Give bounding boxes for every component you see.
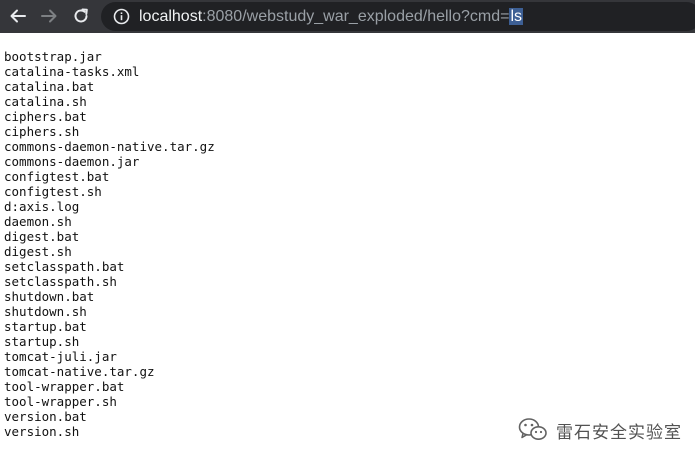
url-text[interactable]: localhost:8080/webstudy_war_exploded/hel… (139, 2, 524, 31)
file-list-item: catalina.bat (4, 79, 95, 94)
file-list-item: shutdown.sh (4, 304, 87, 319)
file-list-item: d:axis.log (4, 199, 80, 214)
file-list-item: ciphers.sh (4, 124, 80, 139)
back-arrow-icon (10, 9, 26, 23)
file-list-item: tomcat-juli.jar (4, 349, 117, 364)
file-list-item: daemon.sh (4, 214, 72, 229)
file-list-item: tomcat-native.tar.gz (4, 364, 155, 379)
file-list-item: setclasspath.bat (4, 259, 125, 274)
file-list-item: catalina-tasks.xml (4, 64, 140, 79)
file-list-item: bootstrap.jar (4, 49, 102, 64)
file-list-item: configtest.bat (4, 169, 110, 184)
wechat-logo-icon (518, 418, 547, 440)
back-button[interactable] (5, 3, 31, 29)
file-list-item: shutdown.bat (4, 289, 95, 304)
file-list-item: tool-wrapper.bat (4, 379, 125, 394)
reload-icon (74, 8, 88, 23)
file-list-item: commons-daemon-native.tar.gz (4, 139, 215, 154)
file-list-item: tool-wrapper.sh (4, 394, 117, 409)
watermark: 雷石安全实验室 (518, 417, 682, 443)
address-bar[interactable]: localhost:8080/webstudy_war_exploded/hel… (101, 2, 695, 31)
info-icon[interactable] (113, 8, 130, 25)
file-list-item: setclasspath.sh (4, 274, 117, 289)
browser-toolbar: localhost:8080/webstudy_war_exploded/hel… (0, 0, 695, 33)
watermark-text: 雷石安全实验室 (556, 422, 682, 443)
url-host: localhost (139, 8, 203, 25)
url-selected-text: ls (509, 8, 524, 25)
forward-button[interactable] (36, 3, 62, 29)
file-list-item: startup.bat (4, 319, 87, 334)
file-list-item: configtest.sh (4, 184, 102, 199)
url-path: :8080/webstudy_war_exploded/hello?cmd= (202, 8, 510, 25)
command-output: bootstrap.jar catalina-tasks.xml catalina.… (4, 49, 695, 439)
file-list-item: ciphers.bat (4, 109, 87, 124)
forward-arrow-icon (41, 9, 57, 23)
file-list-item: commons-daemon.jar (4, 154, 140, 169)
file-list-item: digest.bat (4, 229, 80, 244)
file-list-item: digest.sh (4, 244, 72, 259)
reload-button[interactable] (68, 3, 94, 29)
file-list-item: startup.sh (4, 334, 80, 349)
file-list-item: catalina.sh (4, 94, 87, 109)
